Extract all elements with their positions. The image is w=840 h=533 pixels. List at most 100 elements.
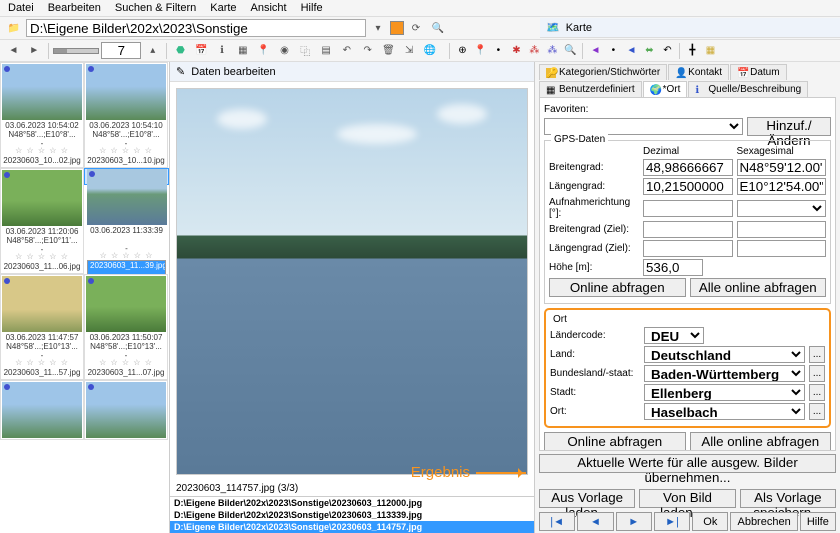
export-icon[interactable]: ⇲ bbox=[400, 42, 419, 60]
info-icon[interactable]: ℹ bbox=[213, 42, 232, 60]
country-code-select[interactable]: DEU bbox=[644, 327, 704, 344]
state-more-button[interactable]: ... bbox=[809, 365, 825, 382]
city-more-button[interactable]: ... bbox=[809, 384, 825, 401]
direction-input[interactable] bbox=[643, 200, 733, 217]
find-icon[interactable]: 🔍 bbox=[428, 19, 448, 37]
gps-query-all-button[interactable]: Alle online abfragen bbox=[690, 278, 827, 297]
country-select[interactable]: Deutschland bbox=[644, 346, 805, 363]
save-template-button[interactable]: Als Vorlage speichern... bbox=[740, 489, 836, 508]
lon-dest-s-input[interactable] bbox=[737, 240, 827, 257]
loc-query-button[interactable]: Online abfragen bbox=[544, 432, 686, 451]
search2-icon[interactable]: 🔍 bbox=[562, 43, 578, 59]
place-label: Ort: bbox=[550, 406, 640, 417]
marker-icon[interactable]: ◉ bbox=[275, 42, 294, 60]
lat-dest-s-input[interactable] bbox=[737, 221, 827, 238]
dropdown-icon[interactable]: ▾ bbox=[368, 19, 388, 37]
fwd-icon[interactable]: ► bbox=[25, 42, 44, 60]
thumbnail[interactable]: 03.06.2023 10:54:10N48°58'...;E10°8'...-… bbox=[84, 62, 168, 168]
karte-panel-header: 🗺️ Karte bbox=[540, 18, 840, 38]
copy-icon[interactable]: ⿻ bbox=[296, 42, 315, 60]
zoom-value[interactable] bbox=[101, 42, 141, 59]
nav-first-button[interactable]: |◄ bbox=[539, 512, 575, 531]
load-template-button[interactable]: Aus Vorlage laden... bbox=[539, 489, 635, 508]
folder-icon[interactable]: 📁 bbox=[4, 19, 24, 37]
loc-query-all-button[interactable]: Alle online abfragen bbox=[690, 432, 832, 451]
place-select[interactable]: Haselbach bbox=[644, 403, 805, 420]
tab-date[interactable]: 📅Datum bbox=[730, 64, 786, 80]
rotate-left-icon[interactable]: ↶ bbox=[337, 42, 356, 60]
thumbnail[interactable]: 03.06.2023 10:54:02N48°58'...;E10°8'...-… bbox=[0, 62, 84, 168]
tab-source[interactable]: ℹQuelle/Beschreibung bbox=[688, 81, 808, 97]
menu-search[interactable]: Suchen & Filtern bbox=[115, 2, 196, 14]
orange-marker[interactable] bbox=[390, 21, 404, 35]
thumbnail[interactable]: 03.06.2023 11:50:07N48°58'...;E10°13'...… bbox=[84, 274, 168, 380]
favorites-select[interactable] bbox=[544, 118, 743, 135]
star-icon[interactable]: ✱ bbox=[508, 43, 524, 59]
lat-dest-label: Breitengrad (Ziel): bbox=[549, 224, 639, 235]
direction-select[interactable] bbox=[737, 200, 827, 217]
nav-last-button[interactable]: ►| bbox=[654, 512, 690, 531]
lat-decimal-input[interactable] bbox=[643, 159, 733, 176]
state-select[interactable]: Baden-Württemberg bbox=[644, 365, 805, 382]
rotate-right-icon[interactable]: ↷ bbox=[358, 42, 377, 60]
multi-pin-icon[interactable]: ⁂ bbox=[526, 43, 542, 59]
help-button[interactable]: Hilfe bbox=[800, 512, 836, 531]
tab-location[interactable]: 🌍*Ort bbox=[643, 81, 688, 97]
height-input[interactable] bbox=[643, 259, 703, 276]
path-input[interactable] bbox=[26, 19, 366, 37]
tag-icon[interactable]: ⬣ bbox=[171, 42, 190, 60]
trash-icon[interactable]: 🗑 bbox=[379, 42, 398, 60]
prev-blue-icon[interactable]: ◄ bbox=[623, 43, 639, 59]
pin-red-icon[interactable]: 📍 bbox=[472, 43, 488, 59]
multi-pin2-icon[interactable]: ⁂ bbox=[544, 43, 560, 59]
lon-sex-input[interactable] bbox=[737, 178, 827, 195]
prev-purple-icon[interactable]: ◄ bbox=[587, 43, 603, 59]
zoom-slider[interactable] bbox=[53, 48, 100, 54]
menu-file[interactable]: Datei bbox=[8, 2, 34, 14]
dot-icon[interactable]: • bbox=[490, 43, 506, 59]
grid-icon[interactable]: ▦ bbox=[702, 43, 718, 59]
cancel-button[interactable]: Abbrechen bbox=[730, 512, 797, 531]
nav-next-button[interactable]: ► bbox=[616, 512, 652, 531]
lat-dest-d-input[interactable] bbox=[643, 221, 733, 238]
city-select[interactable]: Ellenberg bbox=[644, 384, 805, 401]
menu-view[interactable]: Ansicht bbox=[251, 2, 287, 14]
file-list-item[interactable]: D:\Eigene Bilder\202x\2023\Sonstige\2023… bbox=[170, 497, 534, 509]
decimal-header: Dezimal bbox=[643, 146, 733, 157]
lon-decimal-input[interactable] bbox=[643, 178, 733, 195]
thumbnail[interactable]: 03.06.2023 11:20:06N48°58'...;E10°11'...… bbox=[0, 168, 84, 274]
ok-button[interactable]: Ok bbox=[692, 512, 728, 531]
thumbnail[interactable]: 03.06.2023 11:33:39-☆ ☆ ☆ ☆ ☆20230603_11… bbox=[84, 168, 169, 185]
place-more-button[interactable]: ... bbox=[809, 403, 825, 420]
menu-help[interactable]: Hilfe bbox=[301, 2, 323, 14]
plus-icon[interactable]: ╋ bbox=[684, 43, 700, 59]
tab-keywords[interactable]: 🔑Kategorien/Stichwörter bbox=[539, 64, 667, 80]
tab-contact[interactable]: 👤Kontakt bbox=[668, 64, 729, 80]
file-list-item[interactable]: D:\Eigene Bilder\202x\2023\Sonstige\2023… bbox=[170, 509, 534, 521]
globe-icon[interactable]: 🌐 bbox=[421, 42, 440, 60]
dot2-icon[interactable]: • bbox=[605, 43, 621, 59]
thumbnail[interactable]: 03.06.2023 11:47:57N48°58'...;E10°13'...… bbox=[0, 274, 84, 380]
spin-up-icon[interactable]: ▴ bbox=[143, 42, 162, 60]
doc-icon[interactable]: ▤ bbox=[317, 42, 336, 60]
target-icon[interactable]: ⊕ bbox=[454, 43, 470, 59]
back-icon[interactable]: ◄ bbox=[4, 42, 23, 60]
pin-icon[interactable]: 📍 bbox=[254, 42, 273, 60]
tab-custom[interactable]: ▦Benutzerdefiniert bbox=[539, 81, 642, 97]
lon-dest-d-input[interactable] bbox=[643, 240, 733, 257]
file-list-item[interactable]: D:\Eigene Bilder\202x\2023\Sonstige\2023… bbox=[170, 521, 534, 533]
menu-edit[interactable]: Bearbeiten bbox=[48, 2, 101, 14]
link-icon[interactable]: ⬌ bbox=[641, 43, 657, 59]
layers-icon[interactable]: ▦ bbox=[233, 42, 252, 60]
calendar-icon[interactable]: 📅 bbox=[192, 42, 211, 60]
apply-all-button[interactable]: Aktuelle Werte für alle ausgew. Bilder ü… bbox=[539, 454, 836, 473]
load-from-image-button[interactable]: Von Bild laden...... bbox=[639, 489, 735, 508]
country-more-button[interactable]: ... bbox=[809, 346, 825, 363]
nav-prev-button[interactable]: ◄ bbox=[577, 512, 613, 531]
favorites-add-button[interactable]: Hinzuf./Ändern bbox=[747, 117, 831, 136]
gps-query-button[interactable]: Online abfragen bbox=[549, 278, 686, 297]
refresh-icon[interactable]: ⟳ bbox=[406, 19, 426, 37]
lat-sex-input[interactable] bbox=[737, 159, 827, 176]
menu-map[interactable]: Karte bbox=[210, 2, 236, 14]
undo2-icon[interactable]: ↶ bbox=[659, 43, 675, 59]
